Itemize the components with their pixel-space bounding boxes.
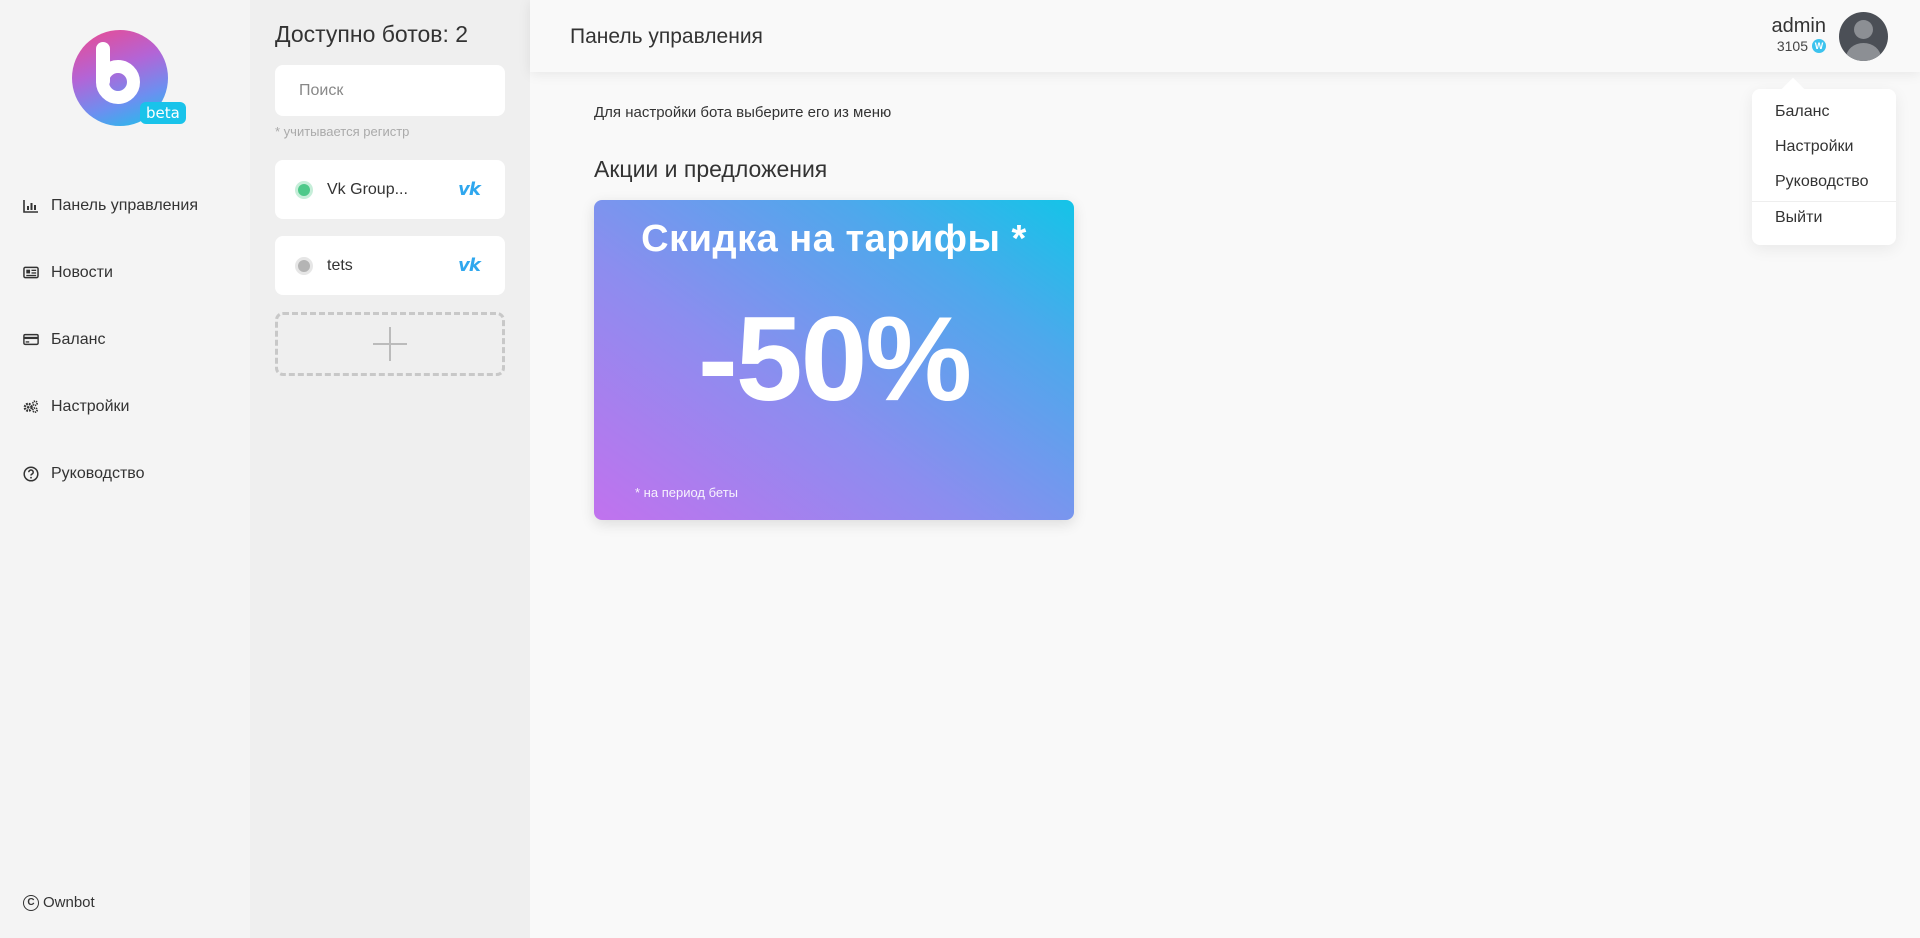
user-balance: 3105 W bbox=[1777, 38, 1826, 54]
footer-text: Ownbot bbox=[43, 894, 95, 911]
bots-panel: Доступно ботов: 2 * учитывается регистр … bbox=[250, 0, 530, 938]
sidebar-item-settings[interactable]: Настройки bbox=[0, 373, 250, 440]
sidebar-item-label: Новости bbox=[51, 263, 113, 281]
coin-icon: W bbox=[1812, 39, 1826, 53]
question-circle-icon bbox=[23, 465, 39, 482]
search-hint: * учитывается регистр bbox=[275, 124, 410, 139]
promo-title: Скидка на тарифы * bbox=[641, 218, 1027, 260]
promotions-heading: Акции и предложения bbox=[594, 156, 828, 182]
footer: C Ownbot bbox=[23, 894, 95, 911]
sidebar-item-label: Панель управления bbox=[51, 196, 198, 214]
user-dropdown-menu: Баланс Настройки Руководство Выйти bbox=[1752, 89, 1896, 245]
logo[interactable]: beta bbox=[72, 30, 188, 130]
status-offline-indicator bbox=[295, 256, 313, 275]
copyright-icon: C bbox=[23, 894, 39, 911]
beta-badge: beta bbox=[140, 102, 186, 124]
sidebar-nav: Панель управления Новости Баланс Настрой… bbox=[0, 172, 250, 507]
menu-item-balance[interactable]: Баланс bbox=[1775, 103, 1829, 121]
sidebar-item-guide[interactable]: Руководство bbox=[0, 440, 250, 507]
plus-icon bbox=[373, 327, 407, 361]
promo-discount: -50% bbox=[697, 292, 972, 426]
bot-select-hint: Для настройки бота выберите его из меню bbox=[594, 104, 892, 121]
menu-item-guide[interactable]: Руководство bbox=[1775, 173, 1869, 191]
avatar[interactable] bbox=[1839, 12, 1888, 61]
credit-card-icon bbox=[23, 332, 39, 348]
sidebar-item-news[interactable]: Новости bbox=[0, 239, 250, 306]
bot-card[interactable]: tets vk bbox=[275, 236, 505, 295]
sidebar-item-dashboard[interactable]: Панель управления bbox=[0, 172, 250, 239]
menu-item-logout[interactable]: Выйти bbox=[1775, 209, 1822, 227]
bot-search-input[interactable] bbox=[275, 65, 505, 116]
sidebar-item-label: Баланс bbox=[51, 330, 106, 348]
balance-value: 3105 bbox=[1776, 38, 1808, 54]
sidebar-item-label: Настройки bbox=[51, 397, 130, 415]
chart-icon bbox=[23, 198, 39, 214]
vk-icon: vk bbox=[458, 255, 481, 276]
username: admin bbox=[1771, 15, 1826, 37]
bots-count-title: Доступно ботов: 2 bbox=[275, 21, 469, 47]
user-info[interactable]: admin 3105 W bbox=[1772, 15, 1826, 56]
status-online-indicator bbox=[295, 180, 313, 199]
sidebar-item-balance[interactable]: Баланс bbox=[0, 306, 250, 373]
newspaper-icon bbox=[23, 265, 39, 281]
sidebar-item-label: Руководство bbox=[51, 464, 145, 482]
add-bot-button[interactable] bbox=[275, 312, 505, 376]
sidebar: beta Панель управления Новости Баланс На… bbox=[0, 0, 250, 938]
gears-icon bbox=[23, 399, 39, 415]
bot-name: tets bbox=[327, 256, 353, 274]
menu-item-settings[interactable]: Настройки bbox=[1775, 138, 1853, 156]
bot-name: Vk Group... bbox=[327, 180, 408, 198]
vk-icon: vk bbox=[458, 179, 481, 200]
page-title: Панель управления bbox=[570, 25, 763, 48]
bot-card[interactable]: Vk Group... vk bbox=[275, 160, 505, 219]
promo-footnote: * на период беты bbox=[635, 485, 738, 500]
menu-divider bbox=[1752, 201, 1896, 202]
promo-card[interactable]: Скидка на тарифы * -50% * на период беты bbox=[594, 200, 1074, 520]
top-header: Панель управления admin 3105 W bbox=[530, 0, 1920, 72]
